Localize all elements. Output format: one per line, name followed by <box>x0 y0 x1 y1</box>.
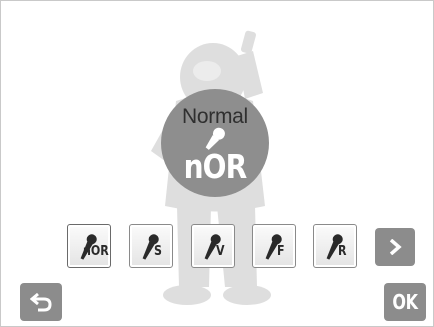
return-arrow-icon <box>30 292 52 312</box>
option-v-button[interactable]: V <box>191 224 235 268</box>
next-button[interactable] <box>375 228 415 266</box>
mode-code: nOR <box>183 147 248 186</box>
selected-mode-badge: Normal nOR <box>161 89 269 197</box>
option-f-button[interactable]: F <box>252 224 296 268</box>
ok-button[interactable]: OK <box>384 283 426 321</box>
back-button[interactable] <box>20 283 62 321</box>
option-label: F <box>277 244 285 259</box>
option-s-button[interactable]: S <box>129 224 173 268</box>
option-label: R <box>338 244 347 259</box>
option-normal-button[interactable]: nOR <box>67 224 111 268</box>
ok-label: OK <box>392 290 418 314</box>
option-label: nOR <box>83 244 109 259</box>
mode-name: Normal <box>182 105 248 128</box>
chevron-right-icon <box>389 239 402 255</box>
option-label: V <box>216 244 225 259</box>
voice-mode-screen: Normal nOR nOR S V F R OK <box>0 0 434 327</box>
option-r-button[interactable]: R <box>313 224 357 268</box>
option-label: S <box>154 244 162 259</box>
